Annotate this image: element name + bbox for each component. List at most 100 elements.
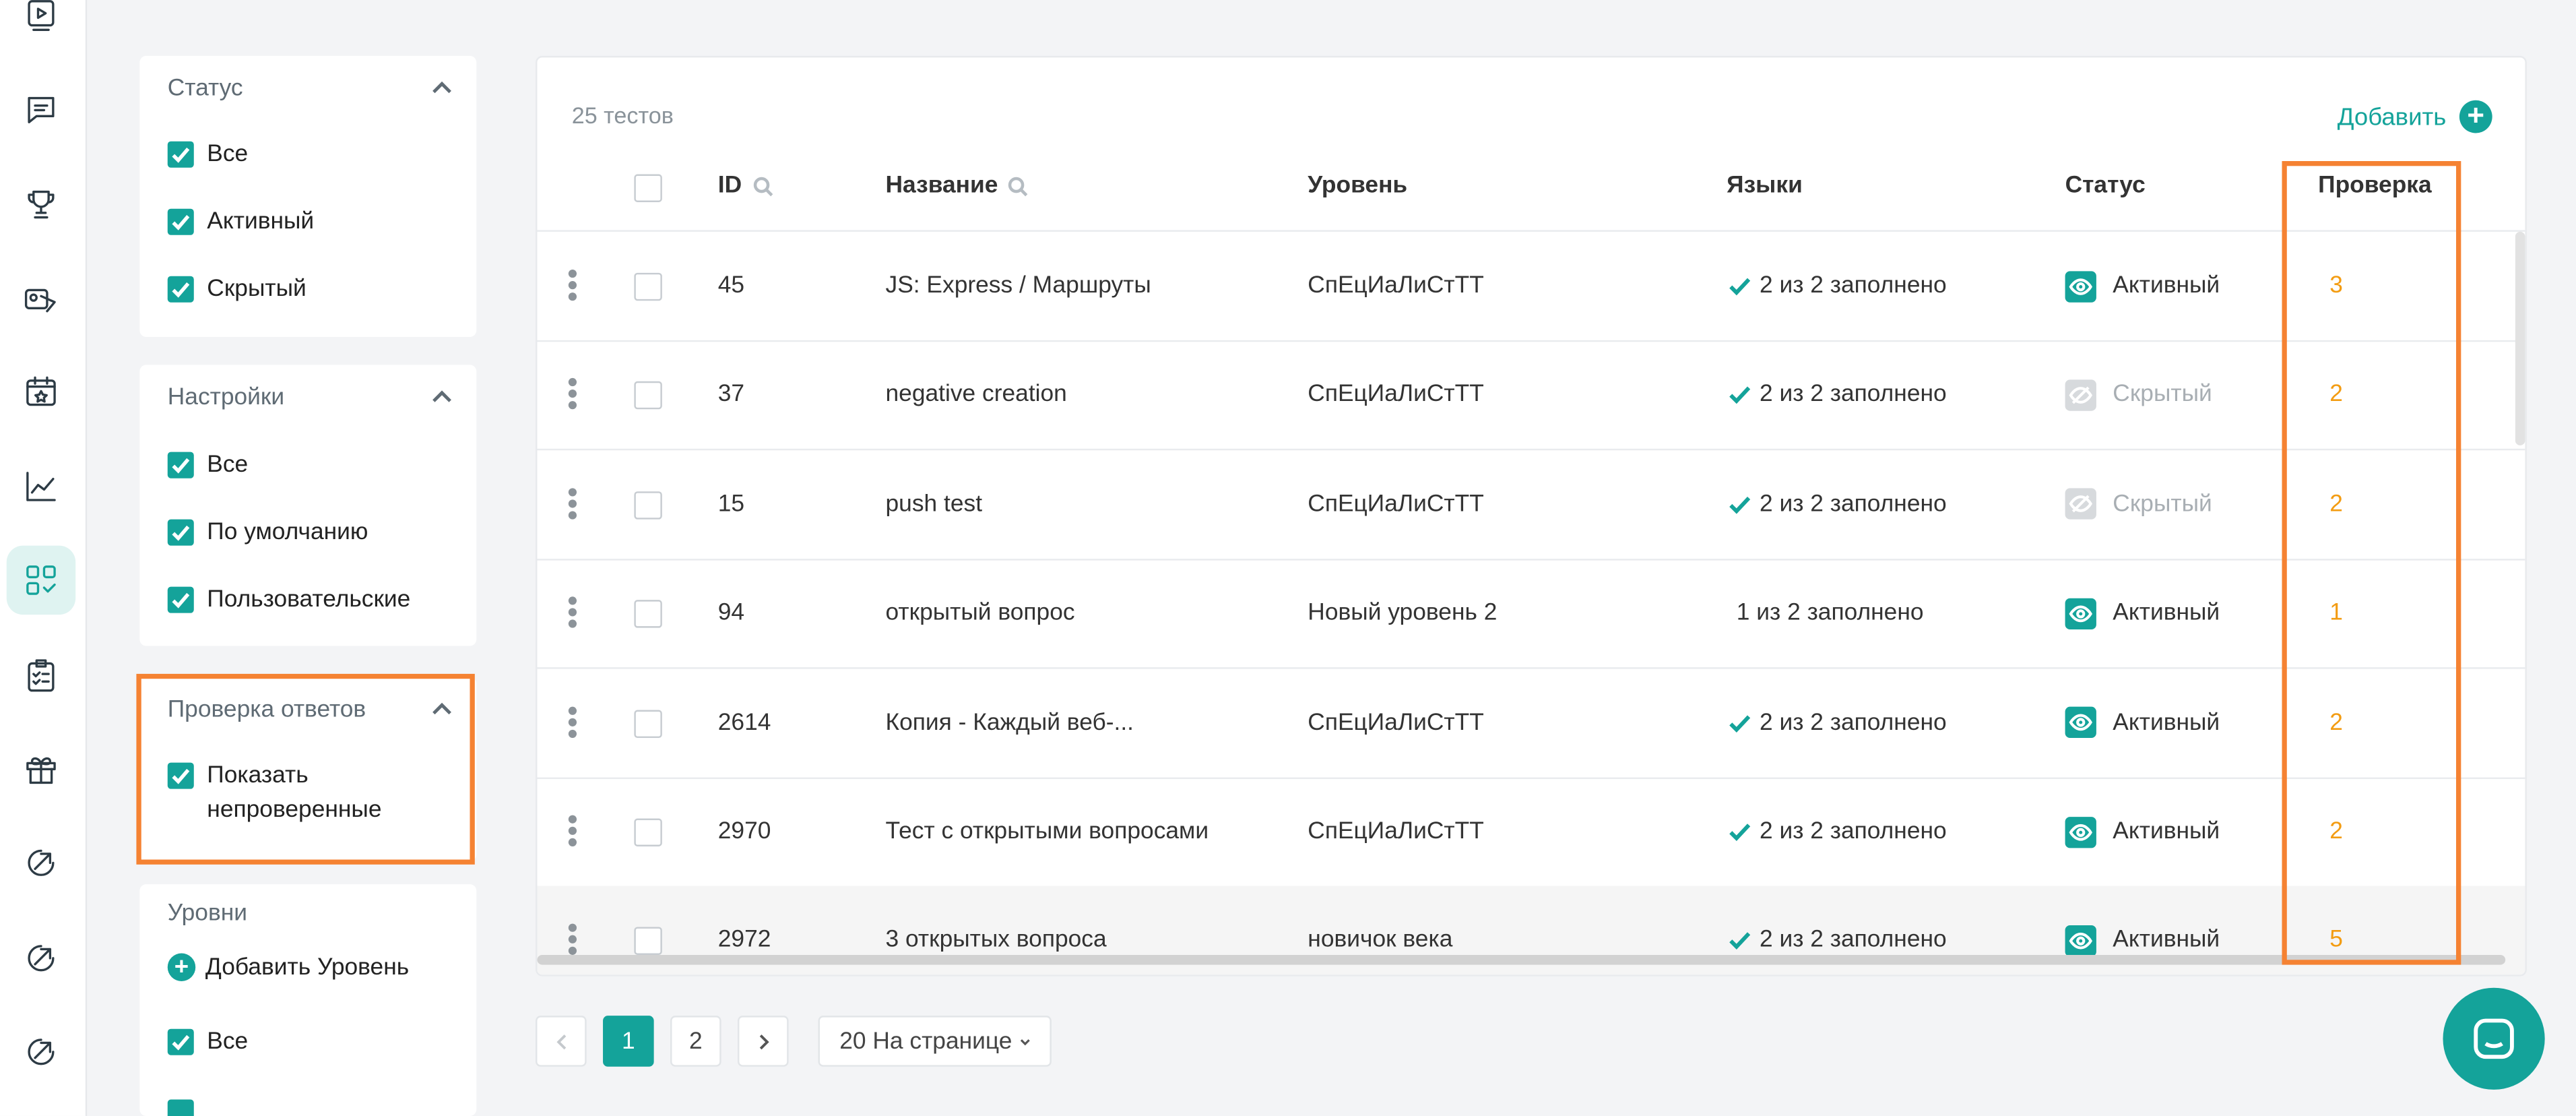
row-checkbox[interactable] <box>634 381 662 410</box>
add-test-button[interactable]: Добавить + <box>2338 100 2492 133</box>
row-level: СпЕцИаЛиСтТТ <box>1308 491 1484 518</box>
search-icon[interactable] <box>752 175 773 197</box>
row-status[interactable]: Скрытый <box>2065 450 2212 559</box>
per-page-select[interactable]: 20 На странице <box>818 1016 1052 1067</box>
drag-handle-icon[interactable] <box>568 596 579 630</box>
support-chat-button[interactable] <box>2443 987 2545 1090</box>
settings-all-label: Все <box>207 452 249 478</box>
status-hidden-checkbox[interactable] <box>167 276 194 303</box>
table-row[interactable]: 15 push test СпЕцИаЛиСтТТ 2 из 2 заполнено С… <box>537 450 2525 559</box>
column-header-langs[interactable]: Языки <box>1727 173 1803 199</box>
row-checkbox[interactable] <box>634 491 662 520</box>
row-level: СпЕцИаЛиСтТТ <box>1308 709 1484 736</box>
table-row[interactable]: 2970 Тест с открытыми вопросами СпЕцИаЛиСт… <box>537 778 2525 886</box>
tests-grid-icon[interactable] <box>6 545 76 615</box>
id-card-icon[interactable] <box>22 280 61 319</box>
settings-all-checkbox[interactable] <box>167 452 194 478</box>
levels-next-checkbox[interactable] <box>167 1099 194 1116</box>
drag-handle-icon[interactable] <box>568 815 579 848</box>
row-langs: 2 из 2 заполнено <box>1727 669 1947 777</box>
row-level: Новый уровень 2 <box>1308 600 1498 627</box>
drag-handle-icon[interactable] <box>568 269 579 303</box>
left-nav-rail <box>0 0 88 1116</box>
arrow-circle-icon[interactable] <box>22 1032 61 1072</box>
chevron-up-icon[interactable] <box>430 385 453 408</box>
checkmark-icon <box>1729 278 1751 296</box>
row-langs-text: 2 из 2 заполнено <box>1759 491 1947 518</box>
chevron-up-icon[interactable] <box>430 75 453 98</box>
row-level: СпЕцИаЛиСтТТ <box>1308 818 1484 845</box>
drag-handle-icon[interactable] <box>568 706 579 739</box>
prev-page-button[interactable] <box>536 1016 587 1067</box>
status-filter-panel: Статус Все Активный Скрытый <box>139 55 477 337</box>
settings-custom-checkbox[interactable] <box>167 586 194 613</box>
row-langs: 2 из 2 заполнено <box>1727 341 1947 450</box>
row-langs-text: 1 из 2 заполнено <box>1736 600 1924 627</box>
arrow-circle-icon[interactable] <box>22 939 61 979</box>
gift-icon[interactable] <box>22 749 61 789</box>
drag-handle-icon[interactable] <box>568 378 579 412</box>
add-level-plus-icon[interactable]: + <box>167 953 196 981</box>
row-name[interactable]: открытый вопрос <box>886 559 1075 668</box>
trophy-icon[interactable] <box>22 184 61 224</box>
levels-filter-title: Уровни <box>167 900 248 927</box>
row-checkbox[interactable] <box>634 927 662 956</box>
row-status[interactable]: Активный <box>2065 778 2220 886</box>
row-status[interactable]: Активный <box>2065 559 2220 668</box>
search-icon[interactable] <box>1008 175 1029 197</box>
column-header-level[interactable]: Уровень <box>1308 173 1407 199</box>
table-row[interactable]: 37 negative creation СпЕцИаЛиСтТТ 2 из 2 за… <box>537 341 2525 450</box>
row-status[interactable]: Скрытый <box>2065 341 2212 450</box>
checklist-icon[interactable] <box>22 656 61 695</box>
row-checkbox[interactable] <box>634 600 662 629</box>
page-2-button[interactable]: 2 <box>670 1016 721 1067</box>
row-status[interactable]: Активный <box>2065 232 2220 340</box>
status-all-checkbox[interactable] <box>167 141 194 168</box>
table-row[interactable]: 45 JS: Express / Маршруты СпЕцИаЛиСтТТ 2 из… <box>537 232 2525 340</box>
row-langs-text: 2 из 2 заполнено <box>1759 927 1947 954</box>
arrow-circle-icon[interactable] <box>22 843 61 883</box>
add-level-button[interactable]: Добавить Уровень <box>205 952 409 985</box>
drag-handle-icon[interactable] <box>568 487 579 521</box>
row-langs-text: 2 из 2 заполнено <box>1759 381 1947 408</box>
tests-table-card: 25 тестов Добавить + ID Название Уровень… <box>536 55 2527 976</box>
chart-icon[interactable] <box>22 467 61 507</box>
row-checkbox[interactable] <box>634 709 662 738</box>
levels-all-checkbox[interactable] <box>167 1028 194 1055</box>
status-hidden-label: Скрытый <box>207 276 307 303</box>
table-row[interactable]: 2614 Копия - Каждый веб-... СпЕцИаЛиСтТТ 2 … <box>537 669 2525 777</box>
horizontal-scrollbar[interactable] <box>537 954 2506 965</box>
page-1-button[interactable]: 1 <box>603 1016 654 1067</box>
calendar-star-icon[interactable] <box>22 371 61 411</box>
row-id: 2970 <box>717 818 771 845</box>
column-header-name[interactable]: Название <box>886 173 1029 199</box>
row-status[interactable]: Активный <box>2065 669 2220 777</box>
row-name[interactable]: JS: Express / Маршруты <box>886 232 1151 340</box>
column-header-id-label: ID <box>717 173 742 199</box>
levels-all-label: Все <box>207 1028 249 1055</box>
next-page-button[interactable] <box>738 1016 789 1067</box>
status-active-checkbox[interactable] <box>167 208 194 235</box>
column-header-status[interactable]: Статус <box>2065 173 2146 199</box>
row-id: 94 <box>717 600 745 627</box>
settings-default-checkbox[interactable] <box>167 519 194 546</box>
video-icon[interactable] <box>22 0 61 34</box>
settings-filter-title: Настройки <box>167 384 285 411</box>
row-name[interactable]: Копия - Каждый веб-... <box>886 669 1134 777</box>
row-name[interactable]: negative creation <box>886 341 1067 450</box>
select-all-checkbox[interactable] <box>634 174 662 202</box>
row-name[interactable]: Тест с открытыми вопросами <box>886 778 1209 886</box>
checkmark-icon <box>1729 496 1751 514</box>
status-filter-title: Статус <box>167 75 243 102</box>
checkmark-icon <box>1729 824 1751 841</box>
column-header-id[interactable]: ID <box>718 173 773 199</box>
row-name[interactable]: push test <box>886 450 983 559</box>
table-row[interactable]: 94 открытый вопрос Новый уровень 2 1 из 2 з… <box>537 559 2525 668</box>
chat-icon[interactable] <box>22 90 61 130</box>
drag-handle-icon[interactable] <box>568 924 579 958</box>
row-level: СпЕцИаЛиСтТТ <box>1308 381 1484 408</box>
row-checkbox[interactable] <box>634 818 662 846</box>
vertical-scrollbar[interactable] <box>2515 231 2525 445</box>
row-checkbox[interactable] <box>634 272 662 301</box>
row-id: 45 <box>717 272 745 299</box>
